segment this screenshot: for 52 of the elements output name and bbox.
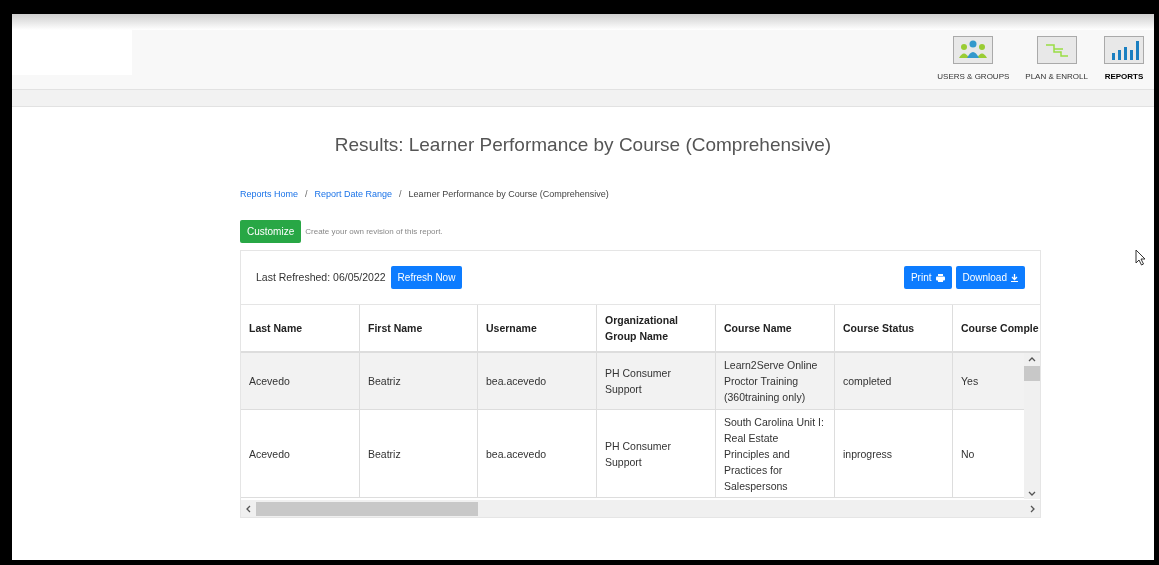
people-icon bbox=[953, 36, 994, 64]
bar-chart-icon bbox=[1104, 36, 1144, 64]
column-header: Course Status bbox=[835, 305, 953, 351]
scroll-left-icon[interactable] bbox=[245, 504, 251, 513]
nav-tab[interactable]: REPORTS bbox=[1100, 36, 1148, 89]
table-cell: completed bbox=[835, 353, 953, 409]
table-cell: Learn2Serve Online Proctor Training (360training only) bbox=[716, 353, 835, 409]
scroll-right-icon[interactable] bbox=[1030, 504, 1036, 513]
table-cell: South Carolina Unit I: Real Estate Principles and Practices for Salespersons bbox=[716, 410, 835, 497]
breadcrumb-separator: / bbox=[398, 187, 403, 201]
table-cell: Beatriz bbox=[360, 353, 478, 409]
scroll-up-icon[interactable] bbox=[1028, 356, 1036, 362]
nav-tab[interactable]: USERS & GROUPS bbox=[933, 36, 1014, 89]
column-header: Organizational Group Name bbox=[597, 305, 716, 351]
table-cell: bea.acevedo bbox=[478, 353, 597, 409]
scrollbar-thumb[interactable] bbox=[1024, 366, 1040, 381]
vertical-scrollbar[interactable] bbox=[1024, 353, 1040, 499]
print-button[interactable]: Print bbox=[903, 266, 952, 289]
scroll-down-icon[interactable] bbox=[1028, 491, 1036, 497]
breadcrumb-link[interactable]: Reports Home bbox=[240, 187, 299, 201]
flowchart-icon bbox=[1036, 36, 1077, 64]
mouse-cursor-icon bbox=[1135, 249, 1146, 266]
table-cell-text: Yes bbox=[960, 374, 980, 389]
scrollbar-thumb[interactable] bbox=[256, 501, 478, 516]
table-cell: Acevedo bbox=[241, 353, 360, 409]
customize-button[interactable]: Customize bbox=[240, 220, 302, 243]
breadcrumb-current: Learner Performance by Course (Comprehensive) bbox=[408, 187, 609, 201]
breadcrumb-separator: / bbox=[304, 187, 309, 201]
download-icon bbox=[1011, 273, 1018, 282]
breadcrumb-link[interactable]: Report Date Range bbox=[314, 187, 393, 201]
table-cell: PH Consumer Support bbox=[597, 410, 716, 497]
column-header: First Name bbox=[360, 305, 478, 351]
column-header: Last Name bbox=[241, 305, 360, 351]
table-cell: bea.acevedo bbox=[478, 410, 597, 497]
horizontal-scrollbar[interactable] bbox=[241, 500, 1040, 517]
column-header: Course Name bbox=[716, 305, 835, 351]
column-header: Course Comple bbox=[960, 321, 1040, 336]
column-header: Username bbox=[478, 305, 597, 351]
nav-tab[interactable]: PLAN & ENROLL bbox=[1021, 36, 1092, 89]
table-cell: Beatriz bbox=[360, 410, 478, 497]
download-button[interactable]: Download bbox=[955, 266, 1025, 289]
table-cell: PH Consumer Support bbox=[597, 353, 716, 409]
table-row[interactable]: Acevedo Beatriz bea.acevedo PH Consumer Support Learn2Serve Online Proctor Training (360training only) completed Yes bbox=[241, 353, 1024, 410]
page-title: Results: Learner Performance by Course (Comprehensive) bbox=[333, 133, 833, 157]
last-refreshed-text: Last Refreshed: 06/05/2022 bbox=[256, 269, 386, 285]
table-cell: Acevedo bbox=[241, 410, 360, 497]
table-cell: inprogress bbox=[835, 410, 953, 497]
customize-hint: Create your own revision of this report. bbox=[305, 225, 443, 238]
table-row[interactable]: Acevedo Beatriz bea.acevedo PH Consumer Support South Carolina Unit I: Real Estate Principles and Practices for Salespersons inprogress No bbox=[241, 410, 1024, 498]
refresh-button[interactable]: Refresh Now bbox=[390, 266, 463, 289]
table-cell-text: No bbox=[960, 446, 976, 462]
printer-icon bbox=[935, 273, 945, 282]
